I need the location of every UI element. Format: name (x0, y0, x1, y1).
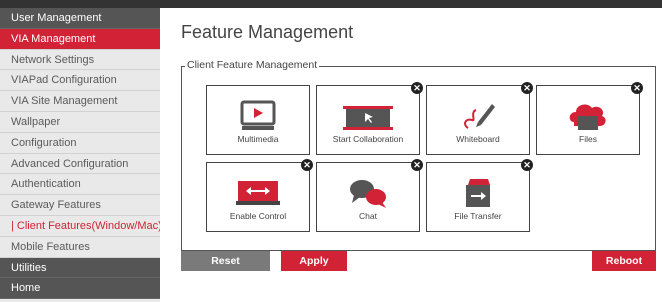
main-content: Feature Management Client Feature Manage… (160, 8, 662, 302)
tile-whiteboard[interactable]: Whiteboard ✕ (426, 82, 533, 155)
tile-label: File Transfer (454, 211, 502, 221)
sidebar-item-home[interactable]: Home (0, 278, 160, 300)
tile-label: Start Collaboration (332, 134, 404, 144)
close-icon[interactable]: ✕ (521, 159, 533, 171)
chat-icon (317, 177, 419, 209)
file-transfer-icon (427, 177, 529, 209)
sidebar-item-authentication[interactable]: Authentication (0, 174, 160, 196)
tile-label: Whiteboard (456, 134, 500, 144)
close-icon[interactable]: ✕ (301, 159, 313, 171)
close-icon[interactable]: ✕ (521, 82, 533, 94)
tile-enable-control[interactable]: Enable Control ✕ (206, 159, 313, 232)
apply-button[interactable]: Apply (281, 251, 347, 271)
reboot-button[interactable]: Reboot (592, 251, 656, 271)
enable-control-icon (207, 177, 309, 209)
tile-files[interactable]: Files ✕ (536, 82, 643, 155)
tile-multimedia[interactable]: Multimedia (206, 85, 310, 155)
sidebar-item-gateway-features[interactable]: Gateway Features (0, 195, 160, 216)
close-icon[interactable]: ✕ (411, 82, 423, 94)
page-title: Feature Management (181, 22, 354, 42)
whiteboard-icon (427, 100, 529, 132)
tile-label: Chat (359, 211, 377, 221)
sidebar-item-wallpaper[interactable]: Wallpaper (0, 111, 160, 133)
tile-start-collaboration[interactable]: Start Collaboration ✕ (316, 82, 423, 155)
sidebar-item-configuration[interactable]: Configuration (0, 132, 160, 154)
client-feature-fieldset: Client Feature Management Multimedia Sta… (181, 59, 656, 251)
sidebar-item-via-management[interactable]: VIA Management (0, 28, 160, 50)
sidebar-item-user-management[interactable]: User Management (0, 8, 160, 29)
tile-label: Files (579, 134, 597, 144)
fieldset-legend: Client Feature Management (185, 59, 320, 71)
tile-chat[interactable]: Chat ✕ (316, 159, 423, 232)
reset-button[interactable]: Reset (181, 251, 270, 271)
sidebar-item-network-settings[interactable]: Network Settings (0, 49, 160, 71)
sidebar-item-client-features[interactable]: | Client Features(Window/Mac) (0, 215, 160, 237)
tile-file-transfer[interactable]: File Transfer ✕ (426, 159, 533, 232)
sidebar-item-utilities[interactable]: Utilities (0, 257, 160, 279)
sidebar-item-mobile-features[interactable]: Mobile Features (0, 236, 160, 258)
close-icon[interactable]: ✕ (411, 159, 423, 171)
multimedia-icon (207, 100, 309, 132)
close-icon[interactable]: ✕ (631, 82, 643, 94)
files-icon (537, 100, 639, 132)
collaboration-icon (317, 100, 419, 132)
sidebar-item-via-site-management[interactable]: VIA Site Management (0, 91, 160, 112)
top-bar (0, 0, 662, 8)
sidebar-item-viapad-configuration[interactable]: VIAPad Configuration (0, 70, 160, 92)
tile-label: Enable Control (229, 211, 287, 221)
sidebar: User Management VIA Management Network S… (0, 8, 160, 302)
tile-label: Multimedia (237, 134, 279, 144)
sidebar-item-advanced-configuration[interactable]: Advanced Configuration (0, 153, 160, 175)
